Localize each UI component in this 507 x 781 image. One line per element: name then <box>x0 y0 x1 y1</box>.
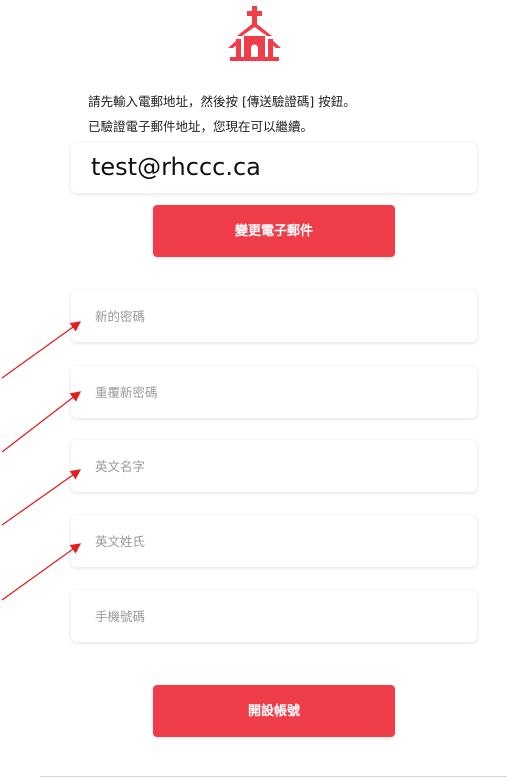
bottom-divider <box>40 776 507 777</box>
create-account-button[interactable]: 開設帳號 <box>153 685 395 737</box>
last-name-field-wrapper <box>71 515 477 567</box>
email-display: test@rhccc.ca <box>71 143 477 193</box>
instruction-line-1: 請先輸入電郵地址，然後按 [傳送驗證碼] 按鈕。 <box>88 94 356 109</box>
first-name-field-wrapper <box>71 440 477 492</box>
phone-input[interactable] <box>71 590 477 642</box>
arrow-to-new-password <box>1 321 82 379</box>
church-logo-icon <box>228 6 281 61</box>
repeat-password-field-wrapper <box>71 366 477 418</box>
first-name-input[interactable] <box>71 440 477 492</box>
email-value: test@rhccc.ca <box>91 153 261 181</box>
arrow-to-last-name <box>1 543 82 601</box>
repeat-password-input[interactable] <box>71 366 477 418</box>
arrow-to-first-name <box>1 469 82 526</box>
phone-field-wrapper <box>71 590 477 642</box>
last-name-input[interactable] <box>71 515 477 567</box>
instruction-line-2: 已驗證電子郵件地址，您現在可以繼續。 <box>88 119 314 134</box>
instructions: 請先輸入電郵地址，然後按 [傳送驗證碼] 按鈕。 已驗證電子郵件地址，您現在可以… <box>88 89 356 139</box>
arrow-to-repeat-password <box>1 391 82 453</box>
change-email-button[interactable]: 變更電子郵件 <box>153 205 395 257</box>
new-password-field-wrapper <box>71 290 477 342</box>
new-password-input[interactable] <box>71 290 477 342</box>
